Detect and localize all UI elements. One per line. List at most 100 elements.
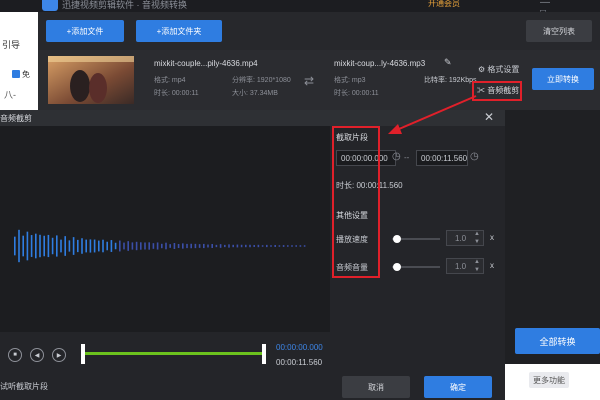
volume-slider[interactable] (392, 263, 440, 271)
waveform-bar (169, 244, 171, 248)
listen-clip-label: 试听截取片段 (0, 382, 48, 391)
more-functions-button[interactable]: 更多功能 (529, 372, 569, 388)
waveform-bar (26, 231, 29, 261)
waveform-bar (245, 244, 247, 248)
stepper-arrows-icon[interactable]: ▲ ▼ (474, 230, 480, 246)
volume-slider-knob[interactable] (392, 263, 401, 271)
current-time: 00:00:00.000 (276, 343, 323, 352)
waveform-bar (51, 237, 54, 255)
audio-clip-dialog: 音频截剪 ✕ ■ ◀ ▶ 00:00:00.000 00:00:11.560 试… (0, 110, 505, 400)
vip-button[interactable]: 开通会员 (428, 0, 460, 9)
waveform-bar (198, 244, 201, 248)
waveform-bar (215, 244, 218, 248)
title-bar: 迅捷视频剪辑软件 · 音视频转换 开通会员 — □ ✕ (0, 0, 600, 30)
format-settings-button[interactable]: ⚙ 格式设置 (478, 64, 519, 75)
waveform-bar (173, 243, 176, 249)
stepper-arrows-icon[interactable]: ▲ ▼ (474, 258, 480, 274)
clear-list-button[interactable]: 清空列表 (526, 20, 592, 42)
app-title: 迅捷视频剪辑软件 · 音视频转换 (62, 0, 187, 10)
waveform-bar (156, 242, 159, 250)
rewind-icon[interactable]: ◀ (30, 348, 44, 362)
waveform-bar (240, 244, 243, 248)
file-row: mixkit-couple...pily-4636.mp4 格式: mp4 分辨… (38, 50, 600, 110)
waveform-bar (56, 235, 58, 257)
waveform-bar (182, 243, 184, 249)
end-time-field[interactable]: 00:00:11.560 (416, 150, 468, 166)
waveform-bar (236, 244, 239, 248)
trim-selection (84, 352, 264, 355)
forward-icon[interactable]: ▶ (52, 348, 66, 362)
volume-unit: x (490, 261, 494, 270)
waveform-bar (47, 234, 50, 258)
waveform-bar (93, 239, 96, 253)
source-size: 大小: 37.34MB (232, 90, 278, 97)
waveform-bar (114, 242, 117, 250)
waveform-bar (161, 243, 163, 249)
waveform-bar (72, 237, 75, 255)
waveform-bar (278, 245, 281, 247)
waveform-bar (119, 240, 121, 252)
edit-name-icon[interactable]: ✎ (444, 57, 452, 68)
side-panel: 引导 免 八- (0, 12, 38, 110)
audio-clip-button[interactable]: ✂ 音频截剪 (477, 85, 519, 96)
waveform (14, 229, 306, 263)
waveform-bar (266, 244, 268, 248)
convert-now-button[interactable]: 立即转换 (532, 68, 594, 90)
waveform-bar (39, 234, 41, 258)
source-resolution: 分辨率: 1920*1080 (232, 77, 291, 84)
confirm-button[interactable]: 确定 (424, 376, 492, 398)
format-settings-label: 格式设置 (487, 65, 520, 74)
speed-slider[interactable] (392, 235, 440, 243)
main-window-right: 全部转换 更多功能 (505, 110, 600, 400)
waveform-bar (127, 241, 129, 251)
cancel-button[interactable]: 取消 (342, 376, 410, 398)
trim-track[interactable] (84, 352, 264, 355)
range-dash: -- (404, 153, 410, 162)
side-tab-label[interactable]: 八- (4, 88, 16, 101)
add-file-button[interactable]: +添加文件 (46, 20, 124, 42)
source-file-name: mixkit-couple...pily-4636.mp4 (154, 59, 258, 68)
waveform-bar (102, 239, 104, 253)
gear-icon: ⚙ (478, 65, 486, 74)
close-icon[interactable]: ✕ (484, 110, 494, 124)
waveform-bar (110, 240, 113, 252)
waveform-area[interactable] (0, 126, 330, 332)
waveform-bar (211, 244, 213, 248)
waveform-bar (30, 235, 33, 257)
waveform-bar (148, 242, 150, 250)
convert-all-button[interactable]: 全部转换 (515, 328, 600, 354)
add-folder-button[interactable]: +添加文件夹 (136, 20, 222, 42)
trim-end-handle[interactable] (262, 344, 266, 364)
waveform-bar (106, 241, 108, 251)
waveform-bar (299, 245, 302, 247)
total-time: 00:00:11.560 (276, 358, 323, 367)
waveform-bar (282, 245, 285, 247)
target-file-name: mixkit-coup...ly-4636.mp3 (334, 59, 426, 68)
waveform-bar (131, 242, 134, 250)
target-duration: 时长: 00:00:11 (334, 90, 379, 97)
clock-icon[interactable]: ◷ (392, 151, 401, 162)
video-thumbnail (48, 56, 134, 104)
source-duration: 时长: 00:00:11 (154, 90, 199, 97)
waveform-bar (232, 244, 234, 248)
waveform-bar (203, 243, 205, 249)
waveform-bar (177, 243, 180, 249)
checkbox[interactable] (12, 70, 20, 78)
speed-unit: x (490, 233, 494, 242)
waveform-bar (274, 244, 276, 248)
dialog-title: 音频截剪 (0, 114, 32, 123)
stop-icon[interactable]: ■ (8, 348, 22, 362)
audio-clip-label: 音频截剪 (487, 86, 520, 95)
waveform-bar (22, 235, 24, 257)
waveform-bar (186, 243, 188, 249)
convert-arrows-icon: ⇄ (304, 74, 315, 88)
speed-slider-knob[interactable] (392, 235, 401, 243)
trim-start-handle[interactable] (81, 344, 85, 364)
waveform-bar (85, 239, 87, 253)
source-format: 格式: mp4 (154, 77, 186, 84)
clock-icon[interactable]: ◷ (470, 151, 479, 162)
settings-highlight (332, 126, 380, 278)
waveform-bar (60, 239, 62, 253)
dialog-header: 音频截剪 ✕ (0, 110, 505, 126)
waveform-bar (253, 245, 255, 247)
